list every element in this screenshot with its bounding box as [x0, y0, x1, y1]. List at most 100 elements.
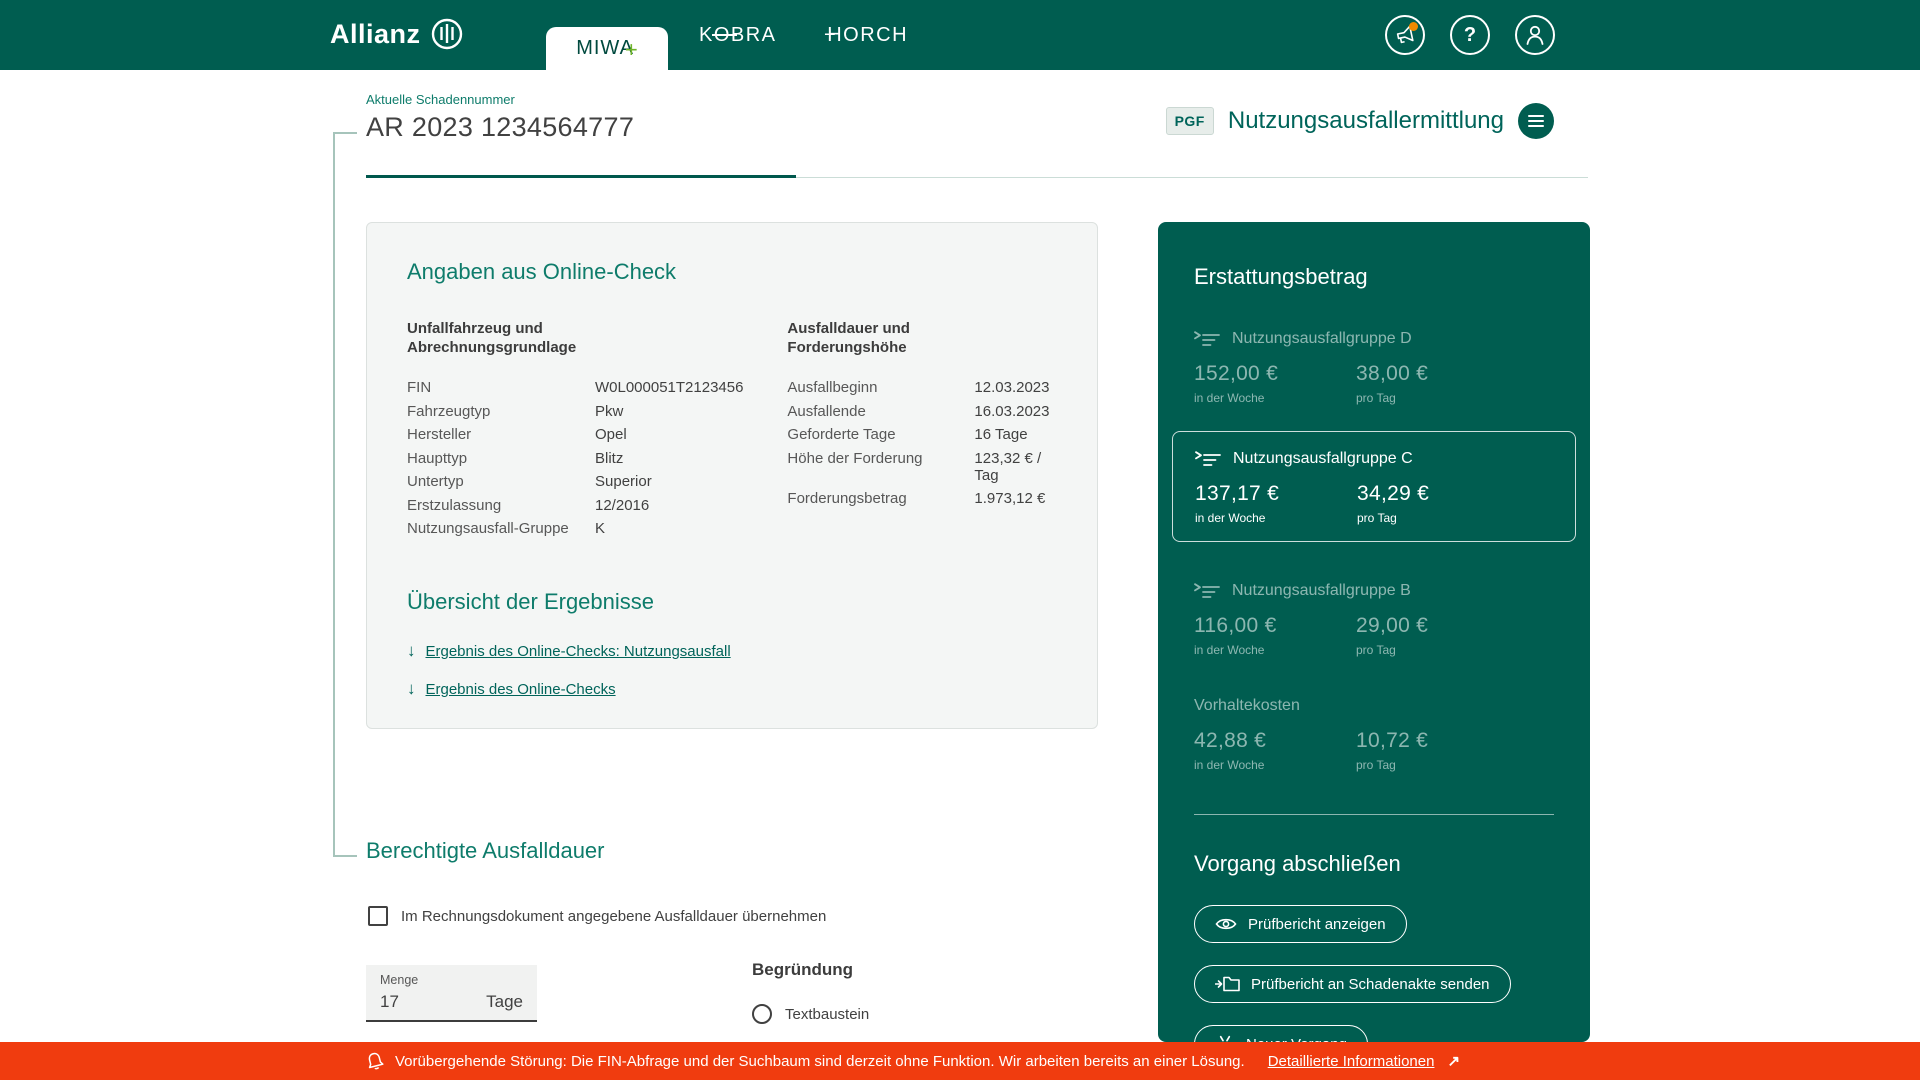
erstattungsbetrag-title: Erstattungsbetrag: [1194, 264, 1554, 290]
download-link-nutzungsausfall[interactable]: ↓ Ergebnis des Online-Checks: Nutzungsau…: [407, 641, 1057, 661]
kv-value: Opel: [595, 426, 787, 443]
claim-number-value: AR 2023 1234564777: [366, 112, 634, 143]
berechtigte-ausfalldauer-title: Berechtigte Ausfalldauer: [366, 838, 605, 864]
vehicle-kv-table: FINW0L000051T2123456 FahrzeugtypPkw Hers…: [407, 379, 787, 537]
button-label: Prüfbericht anzeigen: [1248, 916, 1386, 933]
group-list-icon: [1194, 331, 1220, 348]
day-amount: 38,00 €: [1356, 362, 1554, 386]
kv-key: Untertyp: [407, 473, 595, 490]
eye-icon: [1215, 916, 1237, 932]
download-icon: ↓: [407, 679, 416, 699]
alert-bar: Vorübergehende Störung: Die FIN-Abfrage …: [0, 1042, 1920, 1080]
vehicle-heading: Unfallfahrzeug und Abrechnungsgrundlage: [407, 319, 637, 357]
online-check-card: Angaben aus Online-Check Unfallfahrzeug …: [366, 222, 1098, 729]
week-amount: 137,17 €: [1195, 482, 1357, 506]
kv-value: 123,32 € / Tag: [974, 450, 1057, 484]
announcements-button[interactable]: [1385, 15, 1425, 55]
group-list-icon: [1195, 451, 1221, 468]
allianz-logo: Allianz: [330, 17, 464, 51]
day-caption: pro Tag: [1357, 511, 1553, 525]
question-mark-icon: ?: [1464, 24, 1476, 47]
week-caption: in der Woche: [1195, 511, 1357, 525]
allianz-wordmark: Allianz: [330, 19, 421, 50]
kv-value: 16 Tage: [974, 426, 1057, 443]
kobra-logo-dash: [712, 34, 737, 36]
menge-input[interactable]: [380, 992, 440, 1012]
top-nav: Allianz MIWA + KOBRA + HORCH: [0, 0, 1920, 70]
profile-button[interactable]: [1515, 15, 1555, 55]
kv-key: Nutzungsausfall-Gruppe: [407, 520, 595, 537]
textbaustein-radio-label: Textbaustein: [785, 1006, 869, 1023]
begruendung-title: Begründung: [752, 960, 853, 980]
tab-horch-label: HORCH: [827, 24, 908, 47]
menge-label: Menge: [380, 973, 523, 987]
panel-divider: [1194, 814, 1554, 815]
download-icon: ↓: [407, 641, 416, 661]
online-check-title: Angaben aus Online-Check: [407, 259, 1057, 285]
send-to-folder-icon: [1215, 975, 1240, 993]
tab-horch[interactable]: + HORCH: [824, 0, 908, 70]
download-link-label: Ergebnis des Online-Checks: [426, 681, 616, 698]
menge-unit: Tage: [486, 992, 523, 1012]
vorhaltekosten-block: Vorhaltekosten 42,88 € in der Woche 10,7…: [1194, 697, 1554, 772]
neuer-vorgang-button[interactable]: Neuer Vorgang: [1194, 1025, 1368, 1042]
button-label: Prüfbericht an Schadenakte senden: [1251, 976, 1490, 993]
nutzungsausfallgruppe-b[interactable]: Nutzungsausfallgruppe B 116,00 € in der …: [1194, 582, 1554, 657]
tab-kobra[interactable]: KOBRA: [699, 0, 777, 70]
kv-value: Superior: [595, 473, 787, 490]
kv-value: Blitz: [595, 450, 787, 467]
kv-value: 12/2016: [595, 497, 787, 514]
nutzungsausfallgruppe-d[interactable]: Nutzungsausfallgruppe D 152,00 € in der …: [1194, 330, 1554, 405]
day-amount: 29,00 €: [1356, 614, 1554, 638]
kv-key: Haupttyp: [407, 450, 595, 467]
alert-link[interactable]: Detaillierte Informationen: [1268, 1053, 1435, 1070]
bell-icon: [366, 1051, 384, 1071]
kv-key: FIN: [407, 379, 595, 396]
pruefbericht-anzeigen-button[interactable]: Prüfbericht anzeigen: [1194, 905, 1407, 943]
results-title: Übersicht der Ergebnisse: [407, 589, 1057, 615]
kv-key: Forderungsbetrag: [787, 490, 974, 507]
kv-key: Höhe der Forderung: [787, 450, 974, 484]
kv-key: Ausfallende: [787, 403, 974, 420]
kv-value: 16.03.2023: [974, 403, 1057, 420]
context-menu-button[interactable]: [1518, 103, 1554, 139]
duration-kv-table: Ausfallbeginn12.03.2023 Ausfallende16.03…: [787, 379, 1057, 507]
kv-key: Fahrzeugtyp: [407, 403, 595, 420]
week-amount: 116,00 €: [1194, 614, 1356, 638]
group-label: Nutzungsausfallgruppe C: [1233, 450, 1413, 468]
kv-value: K: [595, 520, 787, 537]
group-label: Nutzungsausfallgruppe D: [1232, 330, 1412, 348]
duration-heading: Ausfalldauer und Forderungshöhe: [787, 319, 1017, 357]
external-link-arrow-icon: ↗: [1447, 1052, 1460, 1070]
new-burst-icon: [1215, 1034, 1235, 1042]
allianz-eagle-icon: [430, 17, 464, 51]
kv-value: 1.973,12 €: [974, 490, 1057, 507]
notification-dot: [1409, 22, 1418, 31]
kv-value: Pkw: [595, 403, 787, 420]
textbaustein-radio[interactable]: [752, 1004, 772, 1024]
help-button[interactable]: ?: [1450, 15, 1490, 55]
vorhaltekosten-label: Vorhaltekosten: [1194, 697, 1554, 715]
claim-number-label: Aktuelle Schadennummer: [366, 92, 515, 107]
menge-field[interactable]: Menge Tage: [366, 965, 537, 1022]
week-caption: in der Woche: [1194, 643, 1356, 657]
section-bracket-decoration: [333, 132, 357, 857]
erstattungsbetrag-panel: Erstattungsbetrag Nutzungsausfallgruppe …: [1158, 222, 1590, 1042]
day-caption: pro Tag: [1356, 758, 1554, 772]
group-list-icon: [1194, 583, 1220, 600]
week-caption: in der Woche: [1194, 758, 1356, 772]
main-container: Aktuelle Schadennummer AR 2023 123456477…: [330, 70, 1590, 1080]
uebernehmen-checkbox-label: Im Rechnungsdokument angegebene Ausfalld…: [401, 908, 826, 925]
uebernehmen-checkbox[interactable]: [368, 906, 388, 926]
kv-value: 12.03.2023: [974, 379, 1057, 396]
hamburger-icon: [1528, 115, 1544, 117]
kv-key: Geforderte Tage: [787, 426, 974, 443]
day-caption: pro Tag: [1356, 391, 1554, 405]
nutzungsausfallgruppe-c-selected[interactable]: Nutzungsausfallgruppe C 137,17 € in der …: [1172, 431, 1576, 542]
download-link-label: Ergebnis des Online-Checks: Nutzungsausf…: [426, 643, 731, 660]
week-amount: 152,00 €: [1194, 362, 1356, 386]
group-label: Nutzungsausfallgruppe B: [1232, 582, 1411, 600]
pruefbericht-senden-button[interactable]: Prüfbericht an Schadenakte senden: [1194, 965, 1511, 1003]
download-link-online-check[interactable]: ↓ Ergebnis des Online-Checks: [407, 679, 1057, 699]
tab-miwa[interactable]: MIWA +: [546, 27, 668, 70]
